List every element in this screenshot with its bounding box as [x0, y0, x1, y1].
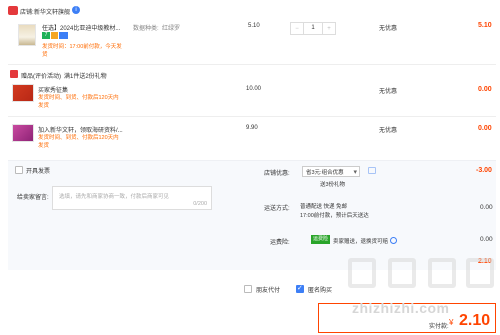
product-title[interactable]: 任选】2024比亚迪中级教材...: [42, 23, 120, 32]
anonymous-buy-checkbox[interactable]: [296, 284, 304, 293]
gift-thumbnail[interactable]: [12, 124, 34, 142]
product-thumbnail[interactable]: [18, 24, 36, 46]
gift-shipping-discount: 无优惠: [379, 128, 398, 134]
friend-pay-checkbox[interactable]: [244, 285, 252, 293]
delivery-method[interactable]: 普通配送 快递 免邮: [300, 202, 347, 210]
gift-note-cont: 发货: [38, 143, 50, 149]
message-counter: 0/200: [193, 201, 207, 207]
store-total-amount: 2.10: [478, 258, 492, 265]
shop-discount-sub: 送3份礼物: [320, 182, 346, 188]
gift-price: 10.00: [246, 86, 262, 92]
message-textarea[interactable]: 选填，请先和商家协商一致，付款后商家可见 0/200: [52, 186, 212, 210]
insurance-badge: 运费险: [311, 235, 331, 244]
info-circle-icon[interactable]: i: [72, 6, 80, 14]
gift-icon: [10, 70, 18, 78]
pay-total-amount: 2.10: [459, 312, 491, 329]
message-label: 给卖家留言:: [17, 195, 49, 201]
help-circle-icon[interactable]: [390, 237, 397, 244]
pay-total-box: 实付款: ¥ 2.10: [318, 303, 496, 333]
ship-note: 发货时间：17:00前付款，今天发: [42, 44, 122, 50]
item-subtotal: 5.10: [478, 22, 492, 29]
shop-discount-amount: -3.00: [476, 167, 492, 174]
shop-discount-select[interactable]: 省3元:组合优惠: [302, 166, 360, 177]
qty-minus-button[interactable]: −: [291, 26, 303, 32]
insurance-label: 运费险:: [270, 240, 290, 246]
unit-price: 5.10: [248, 23, 260, 29]
gift-thumbnail[interactable]: [12, 84, 34, 102]
pay-total-currency: ¥: [449, 318, 454, 327]
item-shipping-discount: 无优惠: [379, 26, 398, 32]
gift-subtotal: 0.00: [478, 86, 492, 93]
qty-plus-button[interactable]: +: [323, 26, 335, 32]
delivery-amount: 0.00: [480, 204, 493, 211]
anonymous-buy-label: 匿名购买: [308, 288, 333, 294]
shop-name[interactable]: 新华文轩旗舰: [34, 7, 70, 16]
delivery-label: 运送方式:: [264, 206, 290, 212]
promo-condition: 满1件送2份礼物: [64, 74, 107, 80]
chat-bubble-icon[interactable]: [368, 167, 376, 174]
shop-badge-icon: [8, 6, 18, 15]
product-spec-label: 数据种类:: [133, 26, 159, 32]
shop-discount-selected: 省3元:组合优惠: [306, 169, 344, 176]
insurance-desc: 卖家赠送，退换货可赔: [333, 239, 389, 245]
promo-label: 赠品(评价活动): [21, 74, 61, 80]
invoice-checkbox[interactable]: [15, 166, 23, 174]
qty-input[interactable]: 1: [303, 23, 323, 34]
divider: [8, 116, 496, 117]
order-options-panel: [8, 160, 496, 270]
divider: [8, 64, 496, 65]
gift-note-cont: 发货: [38, 103, 50, 109]
message-placeholder: 选填，请先和商家协商一致，付款后商家可见: [59, 194, 170, 200]
tag-badge-icon: [59, 32, 68, 39]
shop-discount-label: 店铺优惠:: [264, 171, 290, 177]
shop-name-prefix: 店铺:: [20, 10, 34, 16]
gift-note: 发货时间、到货、付款后120天内: [38, 135, 119, 141]
quantity-stepper[interactable]: − 1 +: [290, 22, 336, 35]
friend-pay-label: 朋友代付: [256, 288, 281, 294]
product-spec-value: 红绿罗: [162, 26, 181, 32]
gift-price: 9.90: [246, 125, 258, 131]
gift-note: 发货时间、到货、付款后120天内: [38, 95, 119, 101]
gift-shipping-discount: 无优惠: [379, 89, 398, 95]
invoice-label: 开具发票: [26, 169, 51, 175]
pay-total-label: 实付款:: [429, 324, 449, 330]
insurance-amount: 0.00: [480, 236, 493, 243]
ship-note-cont: 货: [42, 52, 48, 58]
tag-7day-badge: 7: [42, 32, 50, 39]
delivery-note: 17:00前付款，预计后天送达: [300, 213, 369, 219]
tag-promo-icon: [51, 32, 58, 39]
gift-subtotal: 0.00: [478, 125, 492, 132]
